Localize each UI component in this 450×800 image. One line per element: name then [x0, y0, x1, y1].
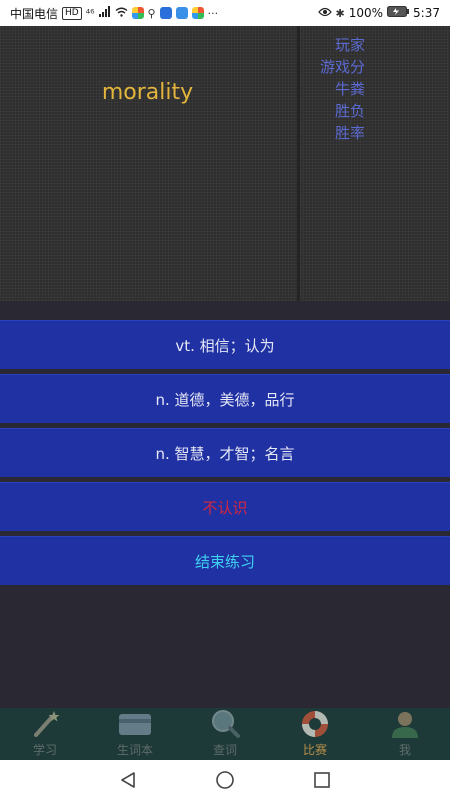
nav-item-contest[interactable]: 比赛: [270, 708, 360, 760]
system-nav-bar: [0, 760, 450, 800]
app-notification-icon: [131, 7, 144, 19]
end-practice-button[interactable]: 结束练习: [0, 536, 450, 585]
score-niufen-label: 牛粪: [334, 80, 365, 98]
signal-icon: [98, 6, 111, 20]
app-notification-icon-2: [159, 7, 172, 19]
nav-item-me[interactable]: 我: [360, 708, 450, 760]
status-right: ✱ 100% 5:37: [317, 6, 440, 20]
nav-label-me: 我: [398, 743, 411, 757]
score-player-label: 玩家: [334, 36, 365, 54]
recents-icon[interactable]: [307, 765, 337, 795]
clock: 5:37: [413, 6, 440, 20]
option-button-2[interactable]: n. 道德，美德，品行: [0, 374, 450, 423]
lifebuoy-icon: [298, 709, 332, 739]
eye-icon: [317, 7, 332, 20]
nav-label-contest: 比赛: [302, 743, 327, 757]
score-win-rate-label: 胜率: [334, 124, 365, 142]
battery-percent: 100%: [348, 6, 384, 20]
bluetooth-icon: ✱: [335, 6, 345, 20]
nav-item-wordbook[interactable]: 生词本: [90, 708, 180, 760]
battery-icon: [387, 6, 410, 20]
bottom-nav: 学习 生词本 查词 比赛 我: [0, 708, 450, 760]
option-button-1[interactable]: vt. 相信；认为: [0, 320, 450, 369]
nav-item-lookup[interactable]: 查词: [180, 708, 270, 760]
magic-wand-icon: [28, 709, 62, 739]
nav-item-study[interactable]: 学习: [0, 708, 90, 760]
back-icon[interactable]: [113, 765, 143, 795]
hd-badge: HD: [62, 6, 82, 20]
nav-label-wordbook: 生词本: [116, 743, 153, 757]
nav-label-study: 学习: [32, 743, 57, 757]
unknown-button[interactable]: 不认识: [0, 482, 450, 531]
person-icon: [388, 709, 422, 739]
more-notifications-icon: ···: [207, 6, 219, 20]
word-panel: morality 玩家 游戏分 牛粪 胜负 胜率: [0, 26, 450, 301]
current-word: morality: [101, 80, 194, 105]
score-game-points-label: 游戏分: [319, 58, 365, 76]
usb-icon: ⚲: [147, 6, 156, 20]
app-notification-icon-4: [191, 7, 204, 19]
carrier-name: 中国电信: [10, 6, 59, 21]
magnifier-icon: [208, 709, 242, 739]
status-bar: 中国电信 HD ⁴⁶ ⚲ ··· ✱ 100% 5:37: [0, 0, 450, 26]
answer-options: vt. 相信；认为 n. 道德，美德，品行 n. 智慧，才智；名言 不认识 结束…: [0, 320, 450, 590]
wifi-icon: [115, 7, 128, 20]
nav-label-lookup: 查词: [212, 743, 237, 757]
signal-label: ⁴⁶: [85, 6, 95, 20]
card-icon: [118, 709, 152, 739]
score-panel: 玩家 游戏分 牛粪 胜负 胜率: [300, 34, 365, 144]
score-win-loss-label: 胜负: [334, 102, 365, 120]
home-icon[interactable]: [210, 765, 240, 795]
option-button-3[interactable]: n. 智慧，才智；名言: [0, 428, 450, 477]
status-left: 中国电信 HD ⁴⁶ ⚲ ···: [10, 5, 218, 22]
app-notification-icon-3: [175, 7, 188, 19]
